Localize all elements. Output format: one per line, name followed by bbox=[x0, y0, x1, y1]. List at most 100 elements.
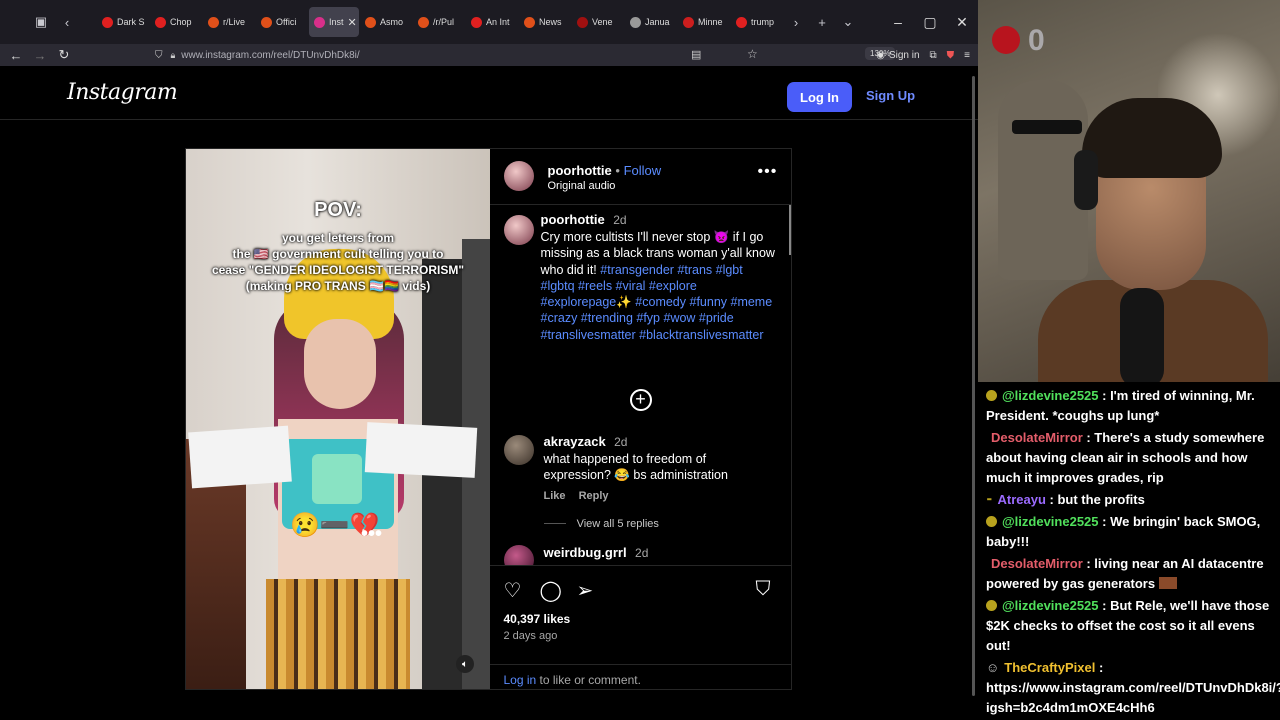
browser-tab[interactable]: Janua bbox=[625, 7, 677, 37]
browser-tab[interactable]: r/Live bbox=[203, 7, 255, 37]
log-in-button[interactable]: Log In bbox=[787, 82, 852, 112]
load-more-comments-icon[interactable]: + bbox=[629, 389, 652, 411]
browser-tab[interactable]: trump bbox=[731, 7, 783, 37]
comment-like-button[interactable]: Like bbox=[544, 490, 566, 502]
page-scrollbar-thumb[interactable] bbox=[972, 76, 975, 696]
browser-tab[interactable]: Asmo bbox=[360, 7, 412, 37]
chat-username[interactable]: @lizdevine2525 bbox=[1002, 598, 1099, 613]
share-icon[interactable]: ➢ bbox=[577, 578, 594, 603]
chat-text: : but the profits bbox=[1045, 492, 1145, 507]
tab-favicon-icon bbox=[683, 16, 694, 28]
browser-tab[interactable] bbox=[80, 7, 96, 37]
caption-text: Cry more cultists I'll never stop 👿 if I… bbox=[541, 229, 777, 343]
browser-tab[interactable]: /r/Pul bbox=[413, 7, 465, 37]
comments-scrollbar[interactable] bbox=[788, 205, 791, 255]
comment-username[interactable]: akrayzack bbox=[544, 434, 606, 449]
chat-username[interactable]: @lizdevine2525 bbox=[1002, 514, 1099, 529]
maximize-icon[interactable]: ▢ bbox=[914, 14, 946, 31]
browser-tab[interactable]: Minne bbox=[678, 7, 730, 37]
chat-message: @lizdevine2525 : I'm tired of winning, M… bbox=[986, 386, 1280, 426]
save-bookmark-icon[interactable]: ⛉ bbox=[756, 578, 771, 601]
view-replies[interactable]: View all 5 replies bbox=[543, 518, 776, 530]
sound-icon[interactable]: 🔈︎ bbox=[456, 655, 474, 673]
extensions-icon[interactable]: ⧉ bbox=[930, 50, 937, 61]
tab-scroll-left-icon[interactable]: ‹ bbox=[54, 9, 80, 35]
likes-count[interactable]: 40,397 likes bbox=[504, 612, 571, 626]
subscriber-badge-icon bbox=[986, 390, 997, 401]
comment-avatar[interactable] bbox=[503, 545, 534, 565]
follow-button[interactable]: Follow bbox=[624, 163, 662, 178]
webcam-glasses bbox=[1012, 120, 1082, 134]
chat-username[interactable]: DesolateMirror bbox=[991, 430, 1083, 445]
close-window-icon[interactable]: ✕ bbox=[946, 14, 978, 31]
comment-avatar[interactable] bbox=[503, 435, 534, 465]
browser-tab[interactable]: Dark S bbox=[97, 7, 149, 37]
stream-badge-text: 0 bbox=[1028, 24, 1045, 57]
video-caption-overlay: POV: you get letters from the 🇺🇸 governm… bbox=[186, 199, 490, 294]
new-tab-icon[interactable]: + bbox=[809, 9, 835, 35]
close-tab-icon[interactable]: ✕ bbox=[348, 16, 357, 29]
post-side-panel: poorhottie • Follow Original audio ••• p… bbox=[489, 149, 792, 689]
chat-username[interactable]: @lizdevine2525 bbox=[1002, 388, 1099, 403]
browser-tab[interactable]: An Int bbox=[466, 7, 518, 37]
view-replies-label[interactable]: View all 5 replies bbox=[577, 518, 659, 530]
log-in-link[interactable]: Log in bbox=[504, 673, 537, 687]
url-text[interactable]: www.instagram.com/reel/DTUnvDhDk8i/ bbox=[181, 50, 359, 61]
caption-avatar[interactable] bbox=[503, 215, 534, 245]
caption-username[interactable]: poorhottie bbox=[541, 212, 605, 227]
comment-time: 2d bbox=[614, 435, 628, 449]
comment-reply-button[interactable]: Reply bbox=[579, 490, 609, 502]
reload-icon[interactable]: ↻ bbox=[52, 44, 76, 66]
forward-icon[interactable]: → bbox=[28, 44, 52, 66]
browser-tab[interactable]: Inst ✕ bbox=[309, 7, 359, 37]
browser-tab[interactable]: Vene bbox=[572, 7, 624, 37]
instagram-logo[interactable]: Instagram bbox=[67, 80, 178, 105]
chat-username[interactable]: DesolateMirror bbox=[991, 556, 1083, 571]
tab-favicon-icon bbox=[736, 16, 747, 28]
video-plaid-skirt bbox=[266, 579, 410, 689]
tab-label: r/Live bbox=[223, 17, 246, 27]
menu-icon[interactable]: ≡ bbox=[964, 50, 970, 61]
login-prompt: Log in to like or comment. bbox=[489, 664, 792, 695]
back-icon[interactable]: ← bbox=[4, 44, 28, 66]
browser-tab[interactable]: Offici bbox=[256, 7, 308, 37]
author-avatar[interactable] bbox=[503, 161, 534, 191]
reader-view-icon[interactable]: ▤ bbox=[691, 48, 701, 61]
original-audio-link[interactable]: Original audio bbox=[548, 180, 616, 192]
reel-video[interactable]: POV: you get letters from the 🇺🇸 governm… bbox=[186, 149, 490, 689]
shield-icon[interactable]: ⛉ bbox=[155, 50, 163, 61]
browser-tab[interactable]: Chop bbox=[150, 7, 202, 37]
heart-icon[interactable]: ♡ bbox=[504, 578, 522, 603]
comment-username[interactable]: weirdbug.grrl bbox=[544, 545, 627, 560]
author-username[interactable]: poorhottie bbox=[548, 163, 612, 178]
subscriber-badge-icon bbox=[986, 516, 997, 527]
lock-icon[interactable]: 🔒︎ bbox=[171, 50, 176, 61]
tab-list-icon[interactable]: ⌄ bbox=[835, 9, 861, 35]
sign-up-link[interactable]: Sign Up bbox=[866, 88, 915, 103]
tab-manager-icon[interactable]: ▣ bbox=[28, 9, 54, 35]
tab-favicon-icon bbox=[314, 16, 325, 28]
tab-favicon-icon bbox=[155, 16, 166, 28]
post-date: 2 days ago bbox=[503, 630, 558, 642]
webcam-feed: 0 bbox=[978, 0, 1280, 382]
address-bar[interactable]: ⛉ 🔒︎ www.instagram.com/reel/DTUnvDhDk8i/… bbox=[155, 44, 896, 66]
ublock-icon[interactable]: ⛊ bbox=[947, 50, 955, 61]
comment-icon[interactable]: ◯ bbox=[540, 578, 562, 603]
tab-favicon-icon bbox=[630, 16, 641, 28]
webcam-microphone bbox=[1120, 288, 1164, 382]
comment-time: 2d bbox=[635, 546, 649, 560]
comments-area[interactable]: poorhottie 2d Cry more cultists I'll nev… bbox=[490, 205, 792, 565]
chat-username[interactable]: TheCraftyPixel bbox=[1004, 660, 1095, 675]
browser-tab[interactable]: News bbox=[519, 7, 571, 37]
webcam-headset bbox=[1074, 150, 1098, 210]
video-top-print bbox=[312, 454, 362, 504]
chat-message: ⁃ Atreayu : but the profits bbox=[986, 490, 1280, 510]
account-sign-in[interactable]: ◉ Sign in bbox=[876, 50, 919, 61]
more-options-icon[interactable]: ••• bbox=[758, 163, 778, 181]
bookmark-star-icon[interactable]: ☆ bbox=[747, 47, 758, 61]
tab-scroll-right-icon[interactable]: › bbox=[783, 9, 809, 35]
caption-time: 2d bbox=[613, 213, 627, 227]
minimize-icon[interactable]: – bbox=[882, 14, 914, 30]
page-scrollbar[interactable] bbox=[972, 68, 976, 708]
chat-username[interactable]: Atreayu bbox=[998, 492, 1046, 507]
